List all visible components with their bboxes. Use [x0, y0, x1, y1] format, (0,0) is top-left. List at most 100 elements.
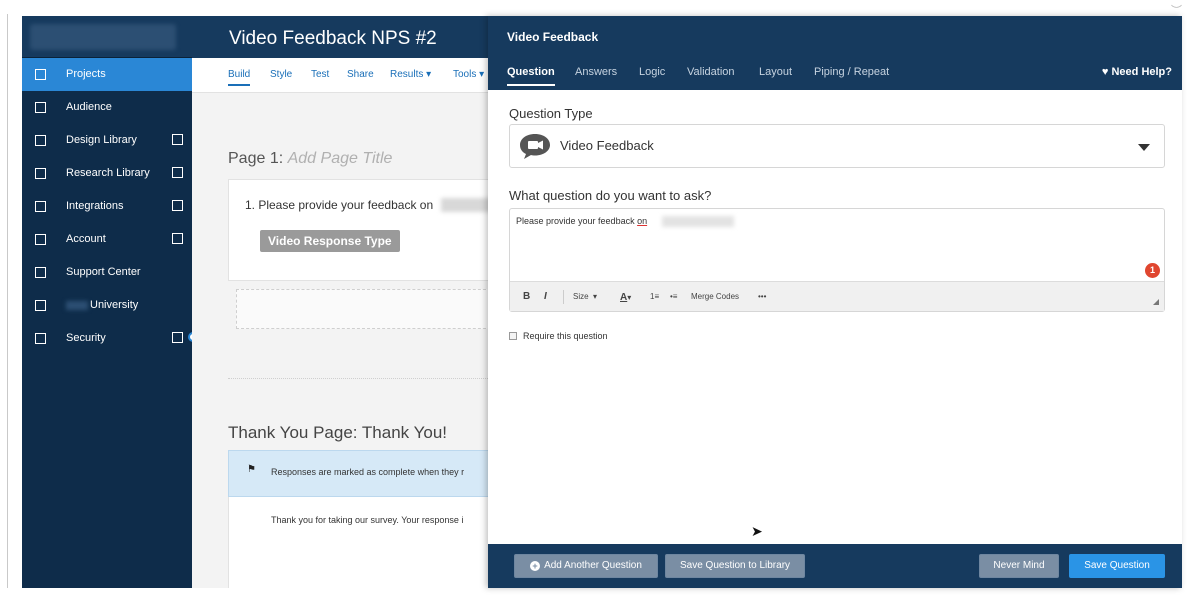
page-title: Page 1: Add Page Title: [228, 150, 393, 167]
sidebar-item-label: Security: [66, 332, 106, 344]
add-question-dropzone[interactable]: [236, 289, 488, 329]
thank-you-note: ⚑ Responses are marked as complete when …: [228, 450, 488, 497]
response-type-badge: Video Response Type: [260, 230, 400, 252]
editor-toolbar: B I Size ▾ A▾ 1≡ •≡ Merge Codes •••: [510, 281, 1164, 311]
tab-answers[interactable]: Answers: [575, 66, 617, 78]
nav-share[interactable]: Share: [347, 69, 374, 80]
university-icon: [35, 300, 46, 311]
research-library-icon: [35, 168, 46, 179]
question-editor-panel: Video Feedback Question Answers Logic Va…: [488, 16, 1182, 588]
heart-icon: ♥: [1101, 66, 1109, 78]
sidebar-item-label: Support Center: [66, 266, 141, 278]
tab-layout[interactable]: Layout: [759, 66, 792, 78]
sidebar-item-label: Projects: [66, 68, 106, 80]
sidebar-item-support-center[interactable]: Support Center: [22, 256, 192, 289]
redacted-text: [66, 300, 88, 310]
projects-icon: [35, 69, 46, 80]
sidebar-item-label: Design Library: [66, 134, 137, 146]
sidebar-item-account[interactable]: Account: [22, 223, 192, 256]
italic-button[interactable]: I: [544, 291, 547, 302]
panel-tabs: Question Answers Logic Validation Layout…: [488, 58, 1182, 90]
tab-validation[interactable]: Validation: [687, 66, 735, 78]
nav-test[interactable]: Test: [311, 69, 329, 80]
plus-circle-icon: +: [530, 561, 541, 571]
sidebar-item-label: Audience: [66, 101, 112, 113]
flag-icon: ⚑: [247, 464, 256, 475]
require-question-row[interactable]: Require this question: [509, 331, 608, 341]
page-title-placeholder[interactable]: Add Page Title: [288, 150, 393, 167]
font-color-button[interactable]: A▾: [620, 292, 631, 303]
question-prompt-label: What question do you want to ask?: [509, 188, 712, 203]
thank-you-body: Thank you for taking our survey. Your re…: [228, 497, 488, 588]
sidebar-item-security[interactable]: Security: [22, 322, 198, 355]
nav-build[interactable]: Build: [228, 69, 251, 86]
require-question-checkbox[interactable]: [509, 332, 517, 340]
nav-results[interactable]: Results ▾: [390, 69, 431, 80]
security-icon: [35, 333, 46, 344]
bullet-list-icon[interactable]: •≡: [670, 292, 677, 301]
survey-nav: Build Style Test Share Results ▾ Tools ▾: [192, 58, 488, 93]
error-count-badge: 1: [1145, 263, 1160, 278]
sidebar-item-label: Account: [66, 233, 106, 245]
audience-icon: [35, 102, 46, 113]
question-type-value: Video Feedback: [560, 138, 654, 153]
expand-icon[interactable]: [172, 134, 183, 145]
save-to-library-button[interactable]: Save Question to Library: [665, 554, 805, 578]
app-window: ︶ Projects Audience Design Library Resea…: [0, 0, 1192, 596]
chevron-down-icon: [1138, 144, 1150, 151]
expand-icon[interactable]: [172, 167, 183, 178]
mouse-cursor-icon: ➤: [751, 523, 763, 539]
video-feedback-icon: [520, 134, 550, 159]
survey-title: Video Feedback NPS #2: [192, 16, 488, 58]
expand-icon[interactable]: [172, 233, 183, 244]
sidebar-item-integrations[interactable]: Integrations: [22, 190, 192, 223]
numbered-list-icon[interactable]: 1≡: [650, 292, 659, 301]
question-type-select[interactable]: Video Feedback: [509, 124, 1165, 168]
integrations-icon: [35, 201, 46, 212]
question-text-editor[interactable]: Please provide your feedback on 1 B I Si…: [509, 208, 1165, 312]
nav-style[interactable]: Style: [270, 69, 292, 80]
question-type-label: Question Type: [509, 106, 593, 121]
expand-icon[interactable]: [172, 200, 183, 211]
logo: [22, 16, 192, 58]
survey-builder: Video Feedback NPS #2 Build Style Test S…: [192, 16, 488, 588]
thank-you-body-text: Thank you for taking our survey. Your re…: [271, 515, 464, 525]
question-card[interactable]: 1. Please provide your feedback on Video…: [228, 179, 488, 281]
more-options-icon[interactable]: •••: [758, 292, 766, 301]
page-divider: [228, 378, 488, 379]
expand-icon[interactable]: [172, 332, 183, 343]
sidebar-item-projects[interactable]: Projects: [22, 58, 192, 91]
thank-you-title: Thank You Page: Thank You!: [228, 423, 447, 442]
sidebar-item-university[interactable]: University: [22, 289, 192, 322]
question-text-content[interactable]: Please provide your feedback on: [516, 216, 647, 226]
panel-title: Video Feedback: [488, 16, 1182, 58]
tab-logic[interactable]: Logic: [639, 66, 665, 78]
redacted-text: [662, 216, 734, 227]
merge-codes-button[interactable]: Merge Codes: [691, 292, 739, 301]
toolbar-divider: [563, 290, 564, 304]
sidebar-item-audience[interactable]: Audience: [22, 91, 192, 124]
font-size-dropdown[interactable]: Size ▾: [573, 292, 597, 301]
nav-tools[interactable]: Tools ▾: [453, 69, 484, 80]
window-edge-line: [7, 14, 8, 588]
redacted-text: [441, 198, 488, 212]
require-question-label: Require this question: [523, 331, 608, 341]
add-another-question-button[interactable]: + Add Another Question: [514, 554, 658, 578]
resize-grip-icon[interactable]: [1153, 299, 1159, 305]
sidebar-item-label: University: [66, 299, 138, 311]
sidebar-item-design-library[interactable]: Design Library: [22, 124, 192, 157]
question-text: 1. Please provide your feedback on: [245, 198, 434, 212]
sidebar: Projects Audience Design Library Researc…: [22, 16, 198, 588]
sidebar-item-research-library[interactable]: Research Library: [22, 157, 192, 190]
account-icon: [35, 234, 46, 245]
tab-piping-repeat[interactable]: Piping / Repeat: [814, 66, 889, 78]
never-mind-button[interactable]: Never Mind: [979, 554, 1059, 578]
logo-blurred: [30, 24, 176, 50]
bold-button[interactable]: B: [523, 291, 530, 302]
save-question-button[interactable]: Save Question: [1069, 554, 1165, 578]
panel-footer: + Add Another Question Save Question to L…: [488, 544, 1182, 588]
tab-question[interactable]: Question: [507, 66, 555, 86]
sidebar-item-label: Research Library: [66, 167, 150, 179]
need-help-link[interactable]: ♥ Need Help?: [1102, 66, 1172, 78]
sidebar-item-label: Integrations: [66, 200, 124, 212]
